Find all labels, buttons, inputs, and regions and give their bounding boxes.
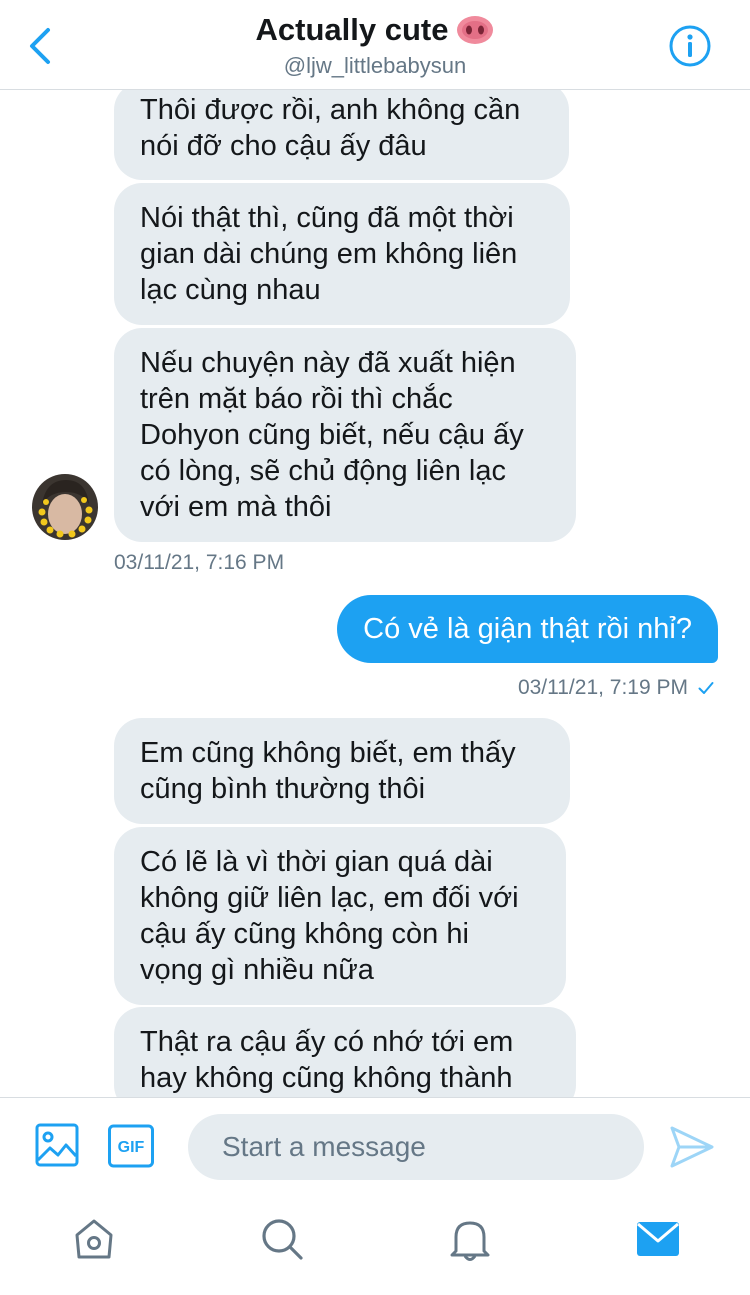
incoming-message[interactable]: Nói thật thì, cũng đã một thời gian dài … (114, 183, 570, 325)
message-line: cậu ấy cũng không còn hi (140, 918, 469, 950)
image-icon (35, 1123, 79, 1167)
message-input[interactable] (188, 1114, 644, 1180)
tab-notifications[interactable] (446, 1215, 494, 1263)
message-timestamp-text: 03/11/21, 7:19 PM (517, 676, 688, 699)
incoming-message[interactable]: Thật ra cậu ấy có nhớ tới em hay không c… (114, 1007, 576, 1097)
message-list[interactable]: Thôi được rồi, anh không cần nói đỡ cho … (0, 90, 750, 1097)
message-timestamp: 03/11/21, 7:16 PM (114, 551, 285, 574)
incoming-message[interactable]: Thôi được rồi, anh không cần nói đỡ cho … (114, 90, 569, 180)
tab-messages[interactable] (634, 1215, 682, 1263)
message-line: không giữ liên lạc, em đối với (140, 882, 519, 914)
message-line: Có vẻ là giận thật rồi nhỉ? (363, 613, 692, 645)
avatar[interactable] (32, 474, 98, 540)
conversation-title-block: Actually cute @ljw_littlebabysun (0, 10, 750, 80)
incoming-message[interactable]: Có lẽ là vì thời gian quá dài không giữ … (114, 827, 566, 1005)
send-button[interactable] (668, 1124, 716, 1170)
tab-search[interactable] (258, 1215, 306, 1263)
message-line: lạc cùng nhau (140, 274, 321, 306)
avatar-image (32, 474, 98, 540)
message-line: Thôi được rồi, anh không cần (140, 94, 521, 126)
message-line: hay không cũng không thành (140, 1062, 513, 1094)
conversation-title-text: Actually cute (255, 12, 449, 47)
sent-check-icon (698, 682, 714, 694)
message-line: vọng gì nhiều nữa (140, 954, 374, 986)
add-gif-button[interactable]: GIF (107, 1122, 155, 1170)
message-line: Dohyon cũng biết, nếu cậu ấy (140, 419, 524, 451)
message-line: Nói thật thì, cũng đã một thời (140, 202, 514, 234)
message-line: Em cũng không biết, em thấy (140, 737, 516, 769)
message-line: gian dài chúng em không liên (140, 238, 518, 270)
message-line: nói đỡ cho cậu ấy đâu (140, 130, 427, 162)
gif-icon: GIF (108, 1124, 154, 1168)
gif-label: GIF (118, 1139, 145, 1156)
outgoing-message[interactable]: Có vẻ là giận thật rồi nhỉ? (337, 595, 718, 663)
mail-icon (637, 1222, 679, 1256)
pig-nose-emoji (457, 16, 494, 44)
tab-home[interactable] (70, 1215, 118, 1263)
add-photo-button[interactable] (34, 1122, 82, 1170)
conversation-handle: @ljw_littlebabysun (283, 53, 467, 78)
message-composer: GIF (0, 1097, 750, 1195)
bottom-tab-bar (0, 1195, 750, 1295)
search-icon (262, 1219, 303, 1260)
info-button[interactable] (668, 24, 712, 68)
message-line: cũng bình thường thôi (140, 773, 426, 805)
bell-icon (450, 1221, 490, 1261)
incoming-message[interactable]: Em cũng không biết, em thấy cũng bình th… (114, 718, 570, 824)
conversation-header: Actually cute @ljw_littlebabysun (0, 0, 750, 90)
incoming-message[interactable]: Nếu chuyện này đã xuất hiện trên mặt báo… (114, 328, 576, 542)
info-icon (669, 25, 711, 67)
message-line: Nếu chuyện này đã xuất hiện (140, 347, 516, 379)
message-line: có lòng, sẽ chủ động liên lạc (140, 455, 506, 487)
message-line: với em mà thôi (140, 491, 332, 523)
send-icon (670, 1126, 714, 1168)
message-line: Có lẽ là vì thời gian quá dài (140, 846, 493, 878)
home-icon (75, 1219, 113, 1259)
message-timestamp: 03/11/21, 7:19 PM (518, 676, 714, 700)
conversation-title[interactable]: Actually cute (256, 10, 495, 50)
message-line: Thật ra cậu ấy có nhớ tới em (140, 1026, 514, 1058)
message-line: trên mặt báo rồi thì chắc (140, 383, 453, 415)
